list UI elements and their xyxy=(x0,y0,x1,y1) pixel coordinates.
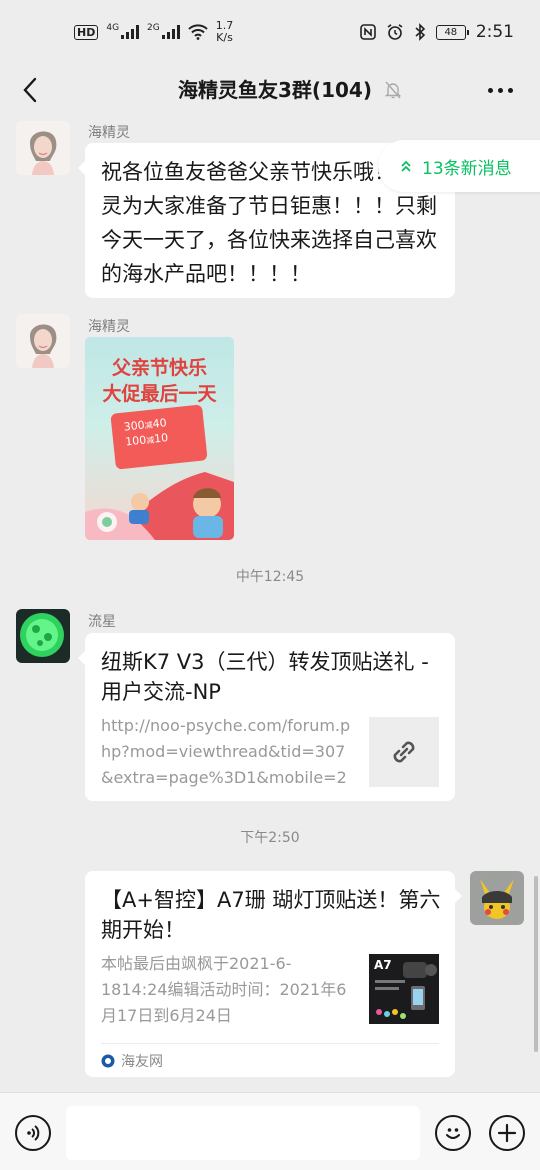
voice-button[interactable] xyxy=(15,1115,51,1151)
input-bar xyxy=(0,1092,540,1170)
chat-title: 海精灵鱼友3群(104) xyxy=(178,78,372,102)
alarm-icon xyxy=(387,24,403,40)
avatar-image xyxy=(470,871,524,925)
chat-header: 海精灵鱼友3群(104) xyxy=(0,64,540,116)
offer-1-value: 40 xyxy=(151,416,168,431)
source-name: 海友网 xyxy=(121,1054,163,1070)
avatar[interactable] xyxy=(16,121,70,175)
emoji-button[interactable] xyxy=(435,1115,471,1151)
back-button[interactable] xyxy=(14,74,46,106)
nfc-icon xyxy=(360,24,376,40)
link-title: 纽斯K7 V3（三代）转发顶贴送礼 - 用户交流-NP xyxy=(101,650,429,704)
link-thumbnail: A7 xyxy=(369,954,439,1024)
chat-area[interactable]: 海精灵 祝各位鱼友爸爸父亲节快乐哦！海精灵为大家准备了节日钜惠！！！只剩今天一天… xyxy=(0,116,540,1092)
more-icon xyxy=(507,87,513,93)
offer-1-amount: 300 xyxy=(123,418,146,434)
product-thumbnail-image xyxy=(375,962,437,1019)
offer-2-value: 10 xyxy=(153,431,169,446)
clock: 2:51 xyxy=(475,22,514,42)
signal-bars-icon xyxy=(161,25,180,39)
plus-icon xyxy=(497,1123,517,1143)
link-description: http://noo-psyche.com/forum.php?mod=view… xyxy=(101,716,351,787)
signal-bars-icon xyxy=(121,25,140,39)
link-source: 海友网 xyxy=(101,1051,163,1071)
network-speed: 1.7 K/s xyxy=(216,20,234,44)
more-actions-button[interactable] xyxy=(489,1115,525,1151)
more-icon xyxy=(497,87,503,93)
scrollbar[interactable] xyxy=(534,876,538,1052)
link-thumbnail xyxy=(369,717,439,787)
double-chevron-up-icon xyxy=(401,160,411,172)
link-card[interactable]: 纽斯K7 V3（三代）转发顶贴送礼 - 用户交流-NP http://noo-p… xyxy=(78,633,455,801)
sender-name: 海精灵 xyxy=(88,125,130,141)
source-logo-icon xyxy=(101,1054,115,1068)
speed-unit: K/s xyxy=(216,31,233,44)
emoji-icon xyxy=(446,1128,460,1139)
message-input[interactable] xyxy=(66,1106,420,1160)
promo-poster-image[interactable]: 父亲节快乐 大促最后一天 300减40 100减10 xyxy=(85,337,234,540)
timestamp: 下午2:50 xyxy=(240,830,300,846)
wifi-icon xyxy=(188,24,208,40)
poster-illustration xyxy=(85,472,234,540)
avatar-image xyxy=(16,314,70,368)
new-messages-button[interactable]: 13条新消息 xyxy=(378,140,540,192)
timestamp: 中午12:45 xyxy=(235,569,305,585)
battery-icon: 48 xyxy=(435,24,469,40)
offer-2-amount: 100 xyxy=(124,433,147,449)
link-card[interactable]: 【A+智控】A7珊 瑚灯顶贴送！第六期开始！ 本帖最后由飒枫于2021-6-18… xyxy=(85,871,462,1077)
sender-name: 海精灵 xyxy=(88,319,130,335)
network-type-1: 4G xyxy=(106,23,120,33)
more-button[interactable] xyxy=(480,76,520,104)
bluetooth-icon xyxy=(415,23,425,41)
sender-name: 流星 xyxy=(88,614,116,630)
new-messages-label: 13条新消息 xyxy=(422,158,512,179)
chat-title-area: 海精灵鱼友3群(104) xyxy=(0,64,540,116)
voice-icon xyxy=(27,1125,40,1141)
poster-title-2: 大促最后一天 xyxy=(102,383,217,405)
divider xyxy=(101,1043,439,1044)
link-description: 本帖最后由飒枫于2021-6-1814:24编辑活动时间：2021年6月17日到… xyxy=(101,954,347,1025)
avatar[interactable] xyxy=(16,314,70,368)
avatar-image xyxy=(16,121,70,175)
network-type-2: 2G xyxy=(147,23,160,33)
avatar[interactable] xyxy=(16,609,70,663)
hd-indicator: HD xyxy=(74,24,99,40)
more-icon xyxy=(487,87,493,93)
link-icon xyxy=(393,741,415,763)
battery-level: 48 xyxy=(444,26,458,38)
signal-2: 2G xyxy=(147,23,180,39)
status-bar: HD 4G 2G 1.7 K/s 48 2:51 xyxy=(0,0,540,64)
signal-1: 4G xyxy=(106,23,140,39)
back-arrow-icon xyxy=(23,77,37,103)
poster-title-1: 父亲节快乐 xyxy=(111,357,207,379)
avatar[interactable] xyxy=(470,871,524,925)
avatar-image xyxy=(16,609,70,663)
mute-bell-icon xyxy=(384,81,402,99)
link-title: 【A+智控】A7珊 瑚灯顶贴送！第六期开始！ xyxy=(101,888,441,942)
